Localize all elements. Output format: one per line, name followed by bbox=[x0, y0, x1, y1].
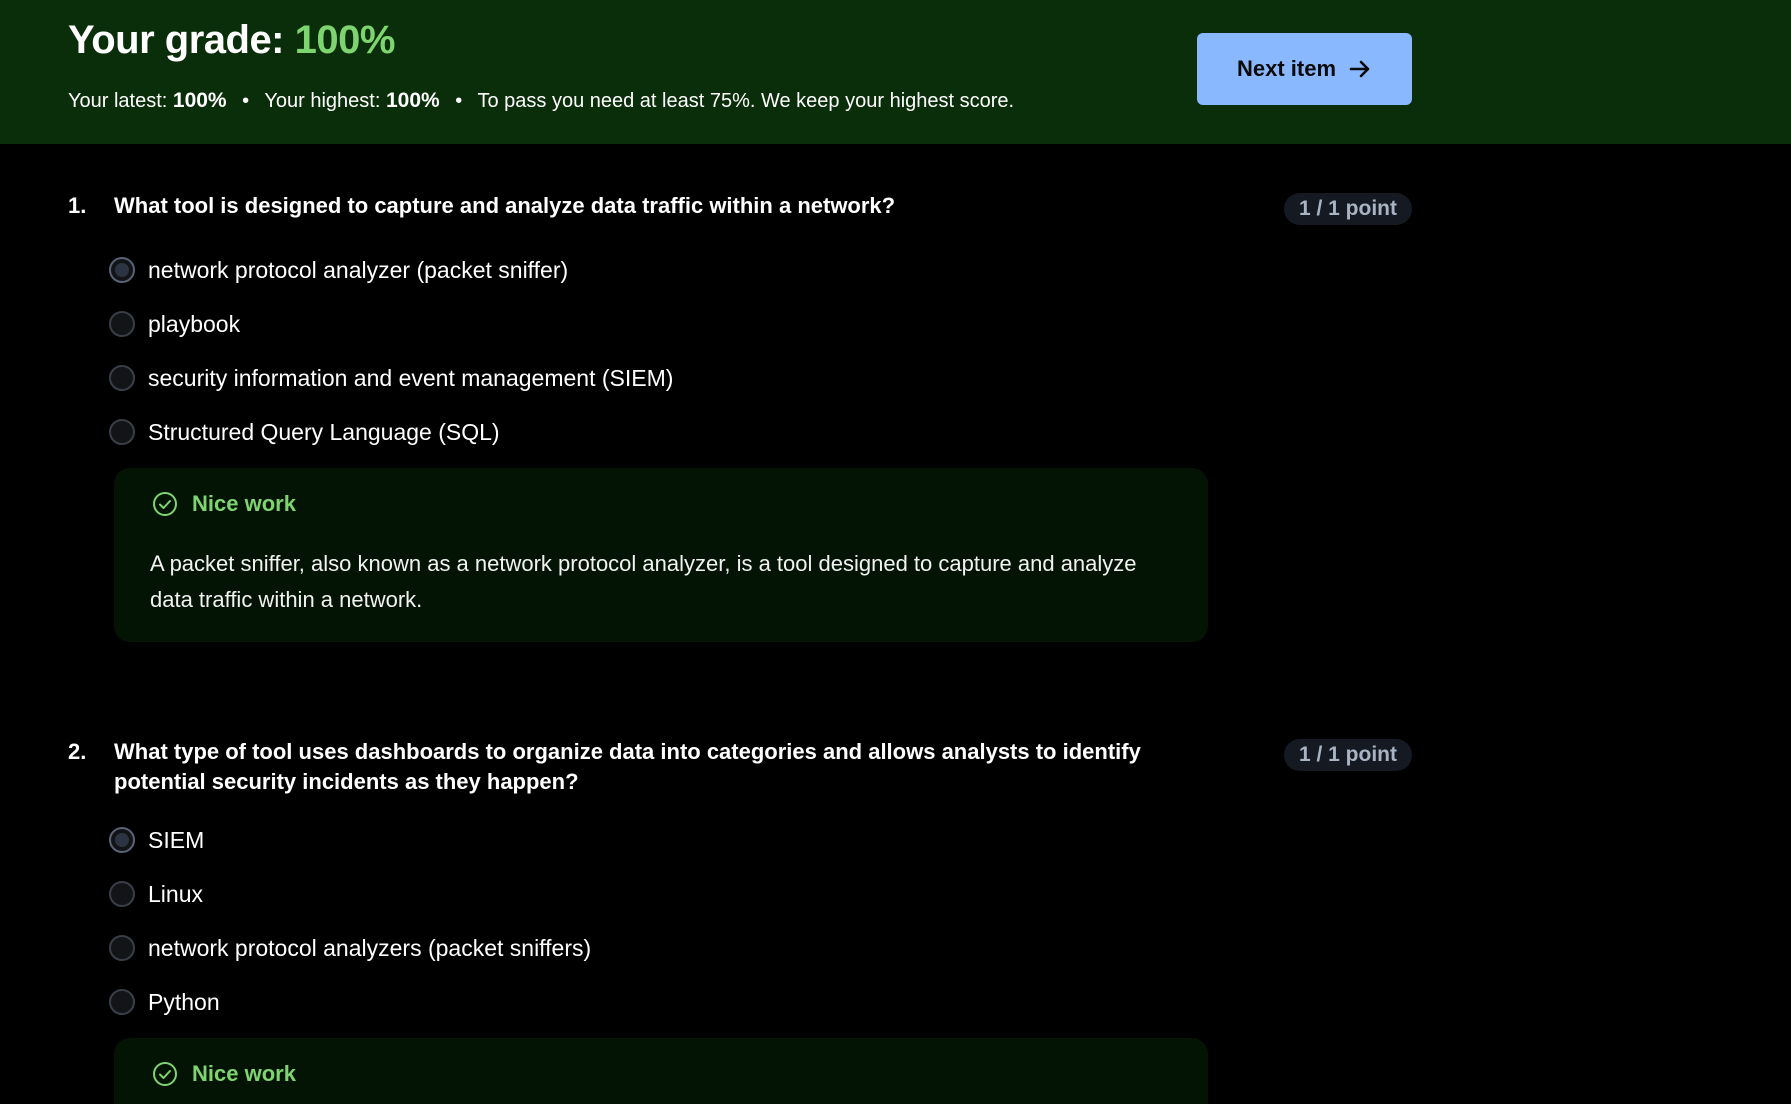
answer-option[interactable]: network protocol analyzers (packet sniff… bbox=[109, 932, 591, 964]
option-label: Python bbox=[148, 988, 220, 1015]
option-label: playbook bbox=[148, 310, 241, 337]
option-label: Linux bbox=[148, 880, 203, 907]
latest-label: Your latest: bbox=[68, 90, 168, 112]
feedback-text: A packet sniffer, also known as a networ… bbox=[150, 551, 1137, 612]
latest-value: 100% bbox=[172, 89, 227, 112]
answer-option[interactable]: SIEM bbox=[109, 824, 204, 856]
points-badge: 1 / 1 point bbox=[1284, 193, 1412, 225]
answer-option[interactable]: Structured Query Language (SQL) bbox=[109, 416, 500, 448]
grade-banner: Your grade: 100% Your latest: 100% • You… bbox=[0, 0, 1791, 144]
separator-dot: • bbox=[242, 90, 250, 112]
check-circle-icon bbox=[152, 491, 192, 517]
option-label: Structured Query Language (SQL) bbox=[148, 418, 500, 445]
feedback-panel: Nice work A packet sniffer, also known a… bbox=[114, 468, 1208, 642]
option-label: network protocol analyzers (packet sniff… bbox=[148, 934, 592, 961]
radio-unselected[interactable] bbox=[109, 419, 135, 445]
answer-option[interactable]: Python bbox=[109, 986, 220, 1018]
grade-heading: Your grade: 100% bbox=[68, 18, 395, 63]
radio-unselected[interactable] bbox=[109, 989, 135, 1015]
radio-selected[interactable] bbox=[109, 257, 135, 283]
grade-summary: Your latest: 100% • Your highest: 100% •… bbox=[68, 89, 1014, 113]
answer-option[interactable]: playbook bbox=[109, 308, 240, 340]
question-number: 2. bbox=[68, 739, 87, 764]
radio-unselected[interactable] bbox=[109, 311, 135, 337]
feedback-title: Nice work bbox=[192, 1061, 296, 1086]
option-label: SIEM bbox=[148, 826, 205, 853]
question-text: What tool is designed to capture and ana… bbox=[114, 193, 896, 218]
arrow-right-icon bbox=[1348, 57, 1372, 81]
separator-dot: • bbox=[455, 90, 463, 112]
radio-unselected[interactable] bbox=[109, 365, 135, 391]
check-circle-icon bbox=[152, 1061, 192, 1087]
radio-selected[interactable] bbox=[109, 827, 135, 853]
radio-unselected[interactable] bbox=[109, 881, 135, 907]
highest-value: 100% bbox=[385, 89, 440, 112]
radio-unselected[interactable] bbox=[109, 935, 135, 961]
feedback-header: Nice work bbox=[152, 1061, 296, 1087]
answer-option[interactable]: Linux bbox=[109, 878, 203, 910]
points-badge: 1 / 1 point bbox=[1284, 739, 1412, 771]
feedback-header: Nice work bbox=[152, 491, 296, 517]
feedback-title: Nice work bbox=[192, 491, 296, 516]
pass-note: To pass you need at least 75%. We keep y… bbox=[477, 90, 1015, 112]
answer-option[interactable]: network protocol analyzer (packet sniffe… bbox=[109, 254, 568, 286]
next-item-button[interactable]: Next item bbox=[1197, 33, 1412, 105]
option-label: network protocol analyzer (packet sniffe… bbox=[148, 256, 569, 283]
question-number: 1. bbox=[68, 193, 87, 218]
next-item-label: Next item bbox=[1236, 56, 1337, 81]
feedback-panel: Nice work bbox=[114, 1038, 1208, 1104]
question-text: What type of tool uses dashboards to org… bbox=[114, 739, 1141, 794]
grade-value: 100% bbox=[294, 18, 396, 62]
option-label: security information and event managemen… bbox=[148, 364, 674, 391]
grade-label: Your grade: bbox=[68, 18, 285, 62]
highest-label: Your highest: bbox=[264, 90, 381, 112]
answer-option[interactable]: security information and event managemen… bbox=[109, 362, 673, 394]
